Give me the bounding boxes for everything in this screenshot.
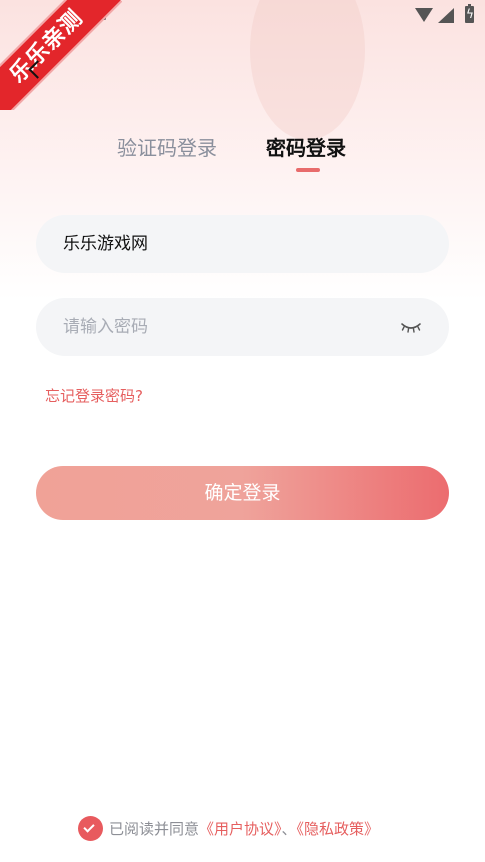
- account-field[interactable]: 乐乐游戏网: [36, 215, 449, 273]
- wifi-icon: [415, 8, 433, 22]
- ribbon-label: 乐乐亲测: [0, 0, 122, 110]
- agreement-text: 已阅读并同意《用户协议》、《隐私政策》: [109, 816, 379, 842]
- password-field[interactable]: 请输入密码: [36, 298, 449, 356]
- check-icon[interactable]: [78, 816, 103, 841]
- charging-icon: ϟ: [466, 7, 474, 21]
- signal-icon: [438, 8, 454, 23]
- agreement-separator: 、: [281, 820, 297, 838]
- back-arrow-icon: [28, 60, 47, 79]
- corner-watermark: [365, 812, 485, 846]
- tab-active-indicator: [296, 168, 320, 172]
- user-agreement-link[interactable]: 《用户协议》: [199, 820, 282, 838]
- eye-closed-icon[interactable]: [400, 320, 422, 334]
- tab-password-login[interactable]: 密码登录: [266, 132, 356, 164]
- login-button[interactable]: 确定登录: [36, 466, 449, 520]
- forgot-password-link[interactable]: 忘记登录密码?: [45, 385, 143, 407]
- back-button[interactable]: [22, 56, 50, 84]
- tab-sms-login[interactable]: 验证码登录: [117, 132, 227, 164]
- agreement-prefix: 已阅读并同意: [109, 820, 200, 838]
- account-value: 乐乐游戏网: [63, 234, 148, 254]
- watermark-ribbon: 乐乐亲测: [0, 0, 130, 110]
- password-placeholder: 请输入密码: [63, 317, 148, 337]
